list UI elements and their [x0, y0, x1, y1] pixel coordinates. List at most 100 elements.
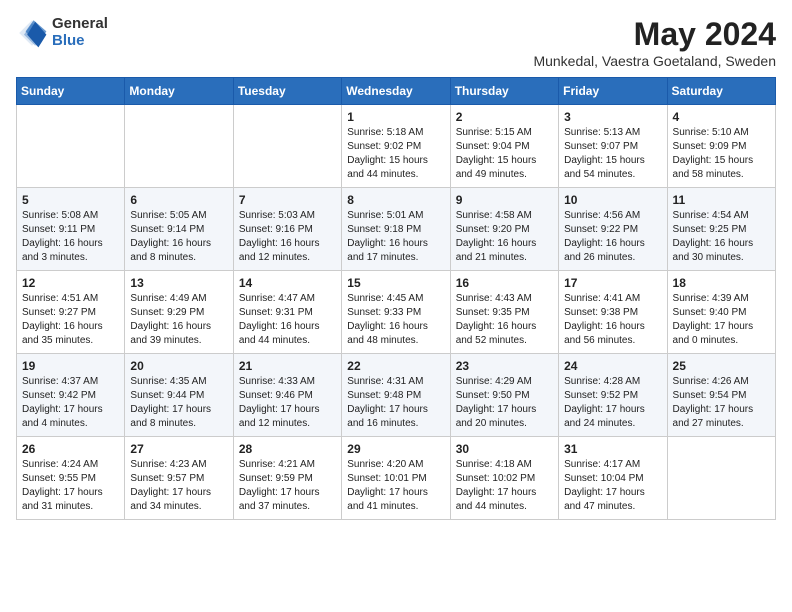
table-row: 29 Sunrise: 4:20 AM Sunset: 10:01 PM Day… — [342, 437, 450, 520]
sunset-text: Sunset: 9:57 PM — [130, 473, 204, 484]
table-row: 15 Sunrise: 4:45 AM Sunset: 9:33 PM Dayl… — [342, 271, 450, 354]
weekday-header-row: Sunday Monday Tuesday Wednesday Thursday… — [17, 78, 776, 105]
sunset-text: Sunset: 9:48 PM — [347, 390, 421, 401]
day-number: 27 — [130, 442, 227, 456]
sunrise-text: Sunrise: 4:58 AM — [456, 210, 532, 221]
sunset-text: Sunset: 9:29 PM — [130, 307, 204, 318]
table-row: 1 Sunrise: 5:18 AM Sunset: 9:02 PM Dayli… — [342, 105, 450, 188]
sunrise-text: Sunrise: 4:51 AM — [22, 293, 98, 304]
sunset-text: Sunset: 9:22 PM — [564, 224, 638, 235]
day-number: 17 — [564, 276, 661, 290]
day-info: Sunrise: 4:20 AM Sunset: 10:01 PM Daylig… — [347, 458, 444, 514]
header-friday: Friday — [559, 78, 667, 105]
daylight-text: Daylight: 17 hours and 12 minutes. — [239, 404, 320, 429]
day-number: 21 — [239, 359, 336, 373]
calendar-location: Munkedal, Vaestra Goetaland, Sweden — [533, 53, 776, 69]
daylight-text: Daylight: 17 hours and 37 minutes. — [239, 487, 320, 512]
header-tuesday: Tuesday — [233, 78, 341, 105]
day-number: 8 — [347, 193, 444, 207]
header-wednesday: Wednesday — [342, 78, 450, 105]
sunrise-text: Sunrise: 4:47 AM — [239, 293, 315, 304]
daylight-text: Daylight: 16 hours and 8 minutes. — [130, 238, 211, 263]
table-row: 7 Sunrise: 5:03 AM Sunset: 9:16 PM Dayli… — [233, 188, 341, 271]
daylight-text: Daylight: 15 hours and 44 minutes. — [347, 155, 428, 180]
table-row — [125, 105, 233, 188]
table-row: 26 Sunrise: 4:24 AM Sunset: 9:55 PM Dayl… — [17, 437, 125, 520]
sunrise-text: Sunrise: 5:15 AM — [456, 127, 532, 138]
daylight-text: Daylight: 16 hours and 30 minutes. — [673, 238, 754, 263]
sunset-text: Sunset: 9:11 PM — [22, 224, 95, 235]
sunset-text: Sunset: 9:40 PM — [673, 307, 747, 318]
daylight-text: Daylight: 16 hours and 44 minutes. — [239, 321, 320, 346]
sunrise-text: Sunrise: 5:13 AM — [564, 127, 640, 138]
table-row: 18 Sunrise: 4:39 AM Sunset: 9:40 PM Dayl… — [667, 271, 775, 354]
table-row — [17, 105, 125, 188]
table-row: 24 Sunrise: 4:28 AM Sunset: 9:52 PM Dayl… — [559, 354, 667, 437]
logo-blue-text: Blue — [52, 33, 108, 50]
sunrise-text: Sunrise: 4:39 AM — [673, 293, 749, 304]
daylight-text: Daylight: 17 hours and 31 minutes. — [22, 487, 103, 512]
day-info: Sunrise: 4:24 AM Sunset: 9:55 PM Dayligh… — [22, 458, 119, 514]
daylight-text: Daylight: 15 hours and 58 minutes. — [673, 155, 754, 180]
sunset-text: Sunset: 9:59 PM — [239, 473, 313, 484]
day-info: Sunrise: 4:26 AM Sunset: 9:54 PM Dayligh… — [673, 375, 770, 431]
day-info: Sunrise: 4:21 AM Sunset: 9:59 PM Dayligh… — [239, 458, 336, 514]
daylight-text: Daylight: 16 hours and 26 minutes. — [564, 238, 645, 263]
table-row: 21 Sunrise: 4:33 AM Sunset: 9:46 PM Dayl… — [233, 354, 341, 437]
day-info: Sunrise: 4:33 AM Sunset: 9:46 PM Dayligh… — [239, 375, 336, 431]
table-row: 10 Sunrise: 4:56 AM Sunset: 9:22 PM Dayl… — [559, 188, 667, 271]
table-row: 30 Sunrise: 4:18 AM Sunset: 10:02 PM Day… — [450, 437, 558, 520]
sunrise-text: Sunrise: 5:05 AM — [130, 210, 206, 221]
sunrise-text: Sunrise: 4:28 AM — [564, 376, 640, 387]
day-info: Sunrise: 5:10 AM Sunset: 9:09 PM Dayligh… — [673, 126, 770, 182]
logo-general-text: General — [52, 16, 108, 33]
table-row: 19 Sunrise: 4:37 AM Sunset: 9:42 PM Dayl… — [17, 354, 125, 437]
sunrise-text: Sunrise: 5:10 AM — [673, 127, 749, 138]
sunset-text: Sunset: 9:04 PM — [456, 141, 530, 152]
sunrise-text: Sunrise: 4:20 AM — [347, 459, 423, 470]
daylight-text: Daylight: 17 hours and 8 minutes. — [130, 404, 211, 429]
sunrise-text: Sunrise: 4:17 AM — [564, 459, 640, 470]
sunset-text: Sunset: 9:54 PM — [673, 390, 747, 401]
sunrise-text: Sunrise: 4:33 AM — [239, 376, 315, 387]
daylight-text: Daylight: 17 hours and 20 minutes. — [456, 404, 537, 429]
daylight-text: Daylight: 17 hours and 4 minutes. — [22, 404, 103, 429]
header-monday: Monday — [125, 78, 233, 105]
sunrise-text: Sunrise: 4:21 AM — [239, 459, 315, 470]
title-block: May 2024 Munkedal, Vaestra Goetaland, Sw… — [533, 16, 776, 69]
daylight-text: Daylight: 16 hours and 17 minutes. — [347, 238, 428, 263]
day-number: 26 — [22, 442, 119, 456]
daylight-text: Daylight: 17 hours and 0 minutes. — [673, 321, 754, 346]
sunset-text: Sunset: 9:38 PM — [564, 307, 638, 318]
day-info: Sunrise: 4:18 AM Sunset: 10:02 PM Daylig… — [456, 458, 553, 514]
day-number: 29 — [347, 442, 444, 456]
sunrise-text: Sunrise: 4:41 AM — [564, 293, 640, 304]
day-number: 18 — [673, 276, 770, 290]
calendar-week-row: 1 Sunrise: 5:18 AM Sunset: 9:02 PM Dayli… — [17, 105, 776, 188]
daylight-text: Daylight: 17 hours and 16 minutes. — [347, 404, 428, 429]
logo: General Blue — [16, 16, 108, 49]
sunrise-text: Sunrise: 4:49 AM — [130, 293, 206, 304]
day-number: 4 — [673, 110, 770, 124]
day-number: 16 — [456, 276, 553, 290]
sunrise-text: Sunrise: 4:54 AM — [673, 210, 749, 221]
daylight-text: Daylight: 16 hours and 35 minutes. — [22, 321, 103, 346]
day-number: 2 — [456, 110, 553, 124]
daylight-text: Daylight: 16 hours and 39 minutes. — [130, 321, 211, 346]
day-number: 6 — [130, 193, 227, 207]
day-info: Sunrise: 5:18 AM Sunset: 9:02 PM Dayligh… — [347, 126, 444, 182]
sunset-text: Sunset: 9:25 PM — [673, 224, 747, 235]
sunrise-text: Sunrise: 4:37 AM — [22, 376, 98, 387]
table-row: 22 Sunrise: 4:31 AM Sunset: 9:48 PM Dayl… — [342, 354, 450, 437]
day-info: Sunrise: 4:49 AM Sunset: 9:29 PM Dayligh… — [130, 292, 227, 348]
sunrise-text: Sunrise: 5:01 AM — [347, 210, 423, 221]
day-number: 15 — [347, 276, 444, 290]
sunrise-text: Sunrise: 5:03 AM — [239, 210, 315, 221]
table-row: 11 Sunrise: 4:54 AM Sunset: 9:25 PM Dayl… — [667, 188, 775, 271]
sunset-text: Sunset: 9:52 PM — [564, 390, 638, 401]
day-number: 1 — [347, 110, 444, 124]
daylight-text: Daylight: 17 hours and 34 minutes. — [130, 487, 211, 512]
sunset-text: Sunset: 9:14 PM — [130, 224, 204, 235]
table-row: 12 Sunrise: 4:51 AM Sunset: 9:27 PM Dayl… — [17, 271, 125, 354]
day-number: 7 — [239, 193, 336, 207]
